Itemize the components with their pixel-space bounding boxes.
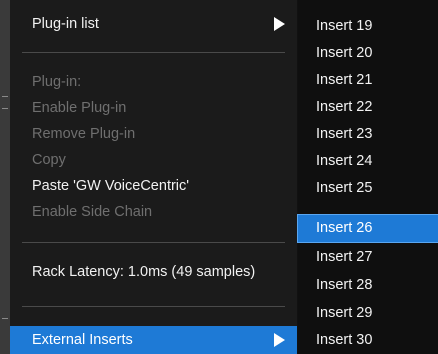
background-mark — [2, 318, 8, 319]
submenu-item-insert-23[interactable]: Insert 23 — [298, 121, 438, 148]
menu-item-label: Plug-in list — [32, 16, 99, 32]
triangle-right-icon — [274, 17, 285, 31]
menu-item-label: Plug-in: — [32, 74, 82, 90]
menu-item-enable-plugin: Enable Plug-in — [10, 94, 297, 122]
menu-item-label: Remove Plug-in — [32, 126, 136, 142]
submenu-item-insert-26[interactable]: Insert 26 — [297, 214, 438, 243]
submenu-item-insert-22[interactable]: Insert 22 — [298, 94, 438, 121]
menu-item-copy: Copy — [10, 146, 297, 174]
triangle-right-icon — [274, 333, 285, 347]
menu-item-label: Enable Side Chain — [32, 204, 153, 220]
submenu-item-insert-27[interactable]: Insert 27 — [298, 244, 438, 271]
main-context-menu: Plug-in list Plug-in: Enable Plug-in Rem… — [10, 0, 298, 354]
menu-item-plugin: Plug-in: — [10, 68, 297, 96]
menu-item-label: Rack Latency: 1.0ms (49 samples) — [32, 264, 256, 280]
menu-item-label: Paste 'GW VoiceCentric' — [32, 178, 190, 194]
menu-separator — [22, 52, 285, 53]
menu-item-enable-side-chain: Enable Side Chain — [10, 198, 297, 226]
menu-item-plugin-list[interactable]: Plug-in list — [10, 10, 297, 38]
menu-item-paste[interactable]: Paste 'GW VoiceCentric' — [10, 172, 297, 200]
submenu-item-insert-24[interactable]: Insert 24 — [298, 148, 438, 175]
submenu-item-insert-30[interactable]: Insert 30 — [298, 327, 438, 354]
menu-item-label: External Inserts — [32, 332, 133, 348]
menu-item-label: Enable Plug-in — [32, 100, 127, 116]
menu-item-rack-latency[interactable]: Rack Latency: 1.0ms (49 samples) — [10, 258, 297, 286]
submenu-item-insert-20[interactable]: Insert 20 — [298, 40, 438, 67]
menu-item-remove-plugin: Remove Plug-in — [10, 120, 297, 148]
external-inserts-submenu: Insert 19 Insert 20 Insert 21 Insert 22 … — [297, 0, 438, 354]
submenu-item-insert-28[interactable]: Insert 28 — [298, 272, 438, 299]
background-mark — [2, 108, 8, 109]
background-mark — [2, 96, 8, 97]
submenu-item-insert-19[interactable]: Insert 19 — [298, 13, 438, 40]
submenu-item-insert-25[interactable]: Insert 25 — [298, 175, 438, 202]
submenu-item-insert-21[interactable]: Insert 21 — [298, 67, 438, 94]
menu-separator — [22, 306, 285, 307]
submenu-item-insert-29[interactable]: Insert 29 — [298, 300, 438, 327]
context-menu-screen: Plug-in list Plug-in: Enable Plug-in Rem… — [0, 0, 438, 354]
menu-item-label: Copy — [32, 152, 66, 168]
menu-separator — [22, 242, 285, 243]
menu-item-external-inserts[interactable]: External Inserts — [10, 326, 297, 354]
